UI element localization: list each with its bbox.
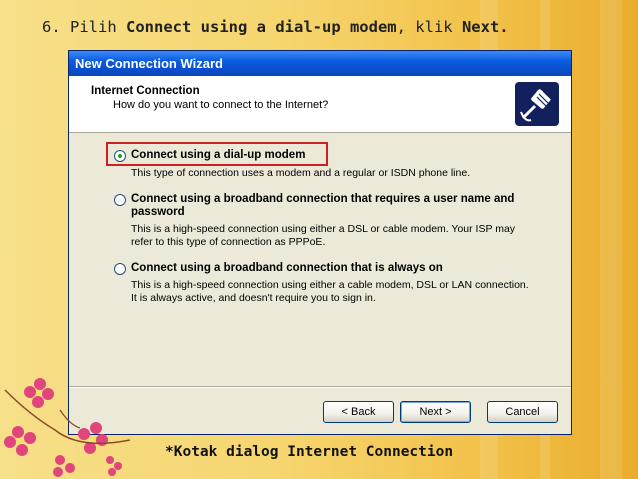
wizard-header: Internet Connection How do you want to c…: [69, 76, 571, 133]
next-button[interactable]: Next >: [400, 401, 471, 423]
cancel-button[interactable]: Cancel: [487, 401, 558, 423]
back-button[interactable]: < Back: [323, 401, 394, 423]
instruction-heading: 6. Pilih Connect using a dial-up modem, …: [42, 12, 509, 42]
step-text-mid: , klik: [396, 18, 462, 36]
step-option-name: Connect using a dial-up modem: [126, 18, 397, 36]
flower-decoration-icon: [4, 378, 131, 477]
step-number: 6.: [42, 18, 61, 36]
dialog-titlebar[interactable]: New Connection Wizard: [69, 51, 571, 76]
header-subtitle: How do you want to connect to the Intern…: [113, 99, 329, 111]
option-broadband-always-on[interactable]: Connect using a broadband connection tha…: [114, 262, 554, 322]
option-broadband-pppoe[interactable]: Connect using a broadband connection tha…: [114, 193, 554, 253]
option-label[interactable]: Connect using a broadband connection tha…: [131, 193, 541, 219]
header-title: Internet Connection: [91, 85, 200, 97]
radio-broadband-always-on[interactable]: [114, 263, 126, 275]
radio-dial-up[interactable]: [114, 150, 126, 162]
option-dial-up[interactable]: Connect using a dial-up modem This type …: [114, 149, 554, 183]
network-cable-icon: [515, 82, 559, 126]
option-description: This is a high-speed connection using ei…: [131, 279, 529, 304]
figure-caption: *Kotak dialog Internet Connection: [165, 444, 454, 460]
option-label[interactable]: Connect using a dial-up modem: [131, 149, 541, 162]
background-stripe: [600, 0, 622, 479]
step-button-name: Next.: [461, 18, 509, 36]
step-text-pre: Pilih: [70, 18, 127, 36]
option-description: This type of connection uses a modem and…: [131, 167, 471, 179]
option-label[interactable]: Connect using a broadband connection tha…: [131, 262, 541, 275]
radio-broadband-pppoe[interactable]: [114, 194, 126, 206]
option-description: This is a high-speed connection using ei…: [131, 223, 516, 248]
